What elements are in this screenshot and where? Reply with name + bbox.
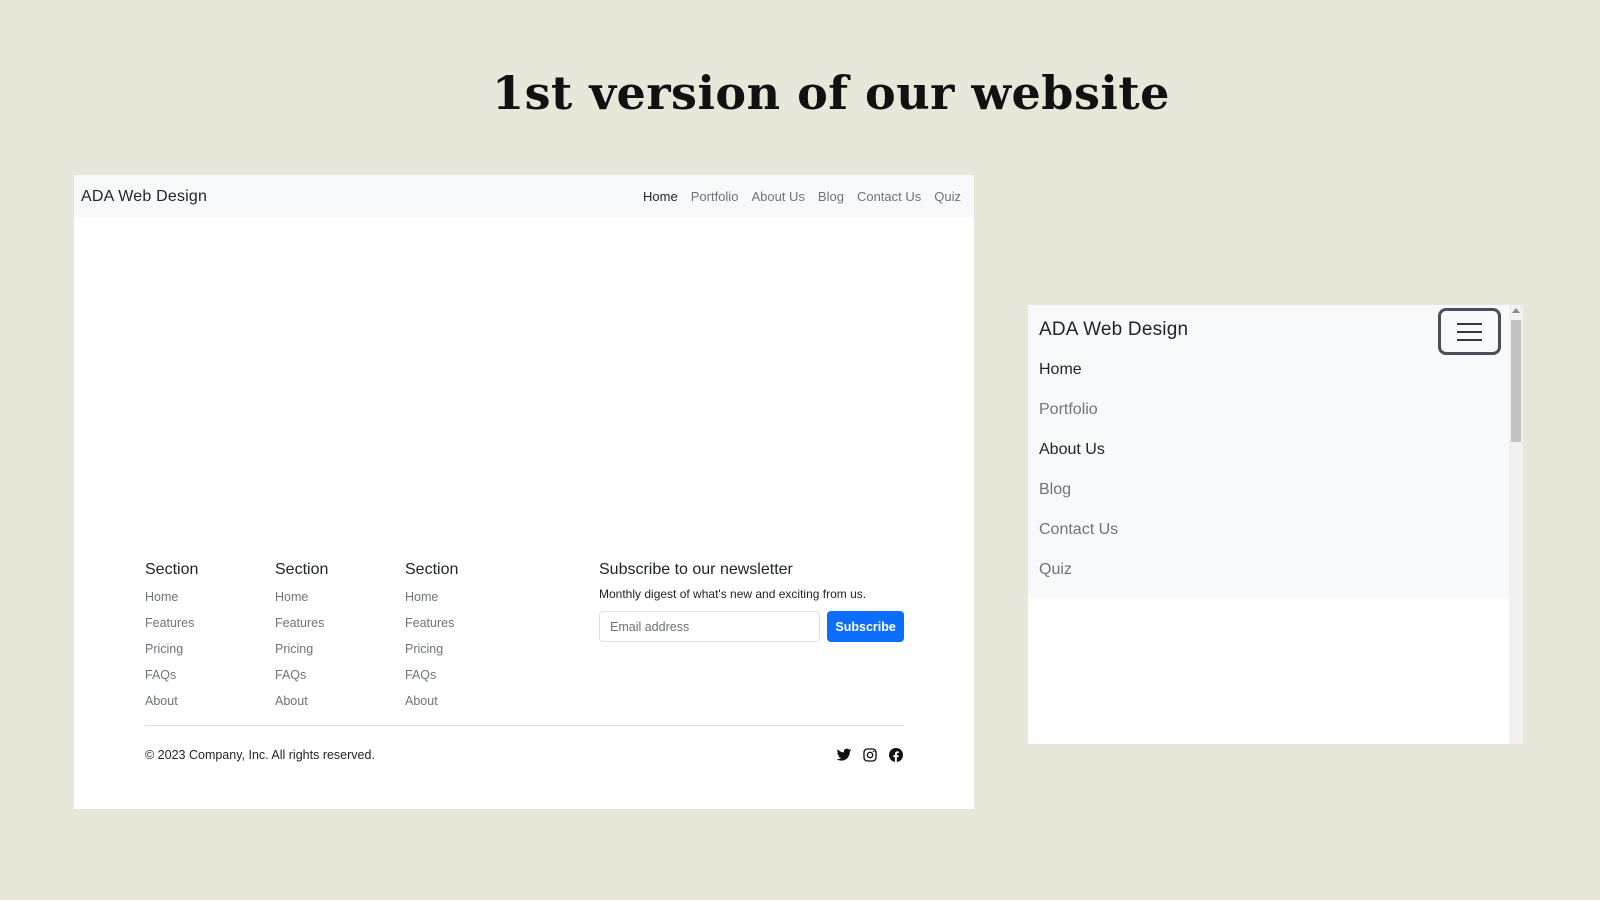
- footer-top: Section Home Features Pricing FAQs About…: [145, 561, 904, 725]
- footer-link-home[interactable]: Home: [405, 588, 535, 614]
- nav-link-portfolio[interactable]: Portfolio: [691, 189, 739, 204]
- footer-link-home[interactable]: Home: [275, 588, 405, 614]
- footer-link-pricing[interactable]: Pricing: [405, 640, 535, 666]
- mobile-nav-link-portfolio[interactable]: Portfolio: [1039, 400, 1118, 440]
- hamburger-menu-icon: [1457, 330, 1482, 333]
- newsletter-title: Subscribe to our newsletter: [599, 561, 793, 578]
- desktop-mockup: ADA Web Design Home Portfolio About Us B…: [74, 175, 974, 809]
- desktop-navbar: ADA Web Design Home Portfolio About Us B…: [74, 175, 974, 218]
- mobile-navbar-brand[interactable]: ADA Web Design: [1039, 319, 1188, 341]
- navbar-brand[interactable]: ADA Web Design: [81, 188, 207, 206]
- hamburger-menu-icon: [1457, 338, 1482, 341]
- mobile-nav-link-contact-us[interactable]: Contact Us: [1039, 520, 1118, 560]
- nav-link-blog[interactable]: Blog: [818, 189, 844, 204]
- footer-link-pricing[interactable]: Pricing: [275, 640, 405, 666]
- mobile-nav-link-quiz[interactable]: Quiz: [1039, 560, 1118, 600]
- nav-link-contact-us[interactable]: Contact Us: [857, 189, 921, 204]
- nav-link-home[interactable]: Home: [643, 189, 678, 204]
- mobile-nav-link-home[interactable]: Home: [1039, 360, 1118, 400]
- scroll-up-arrow-icon[interactable]: [1512, 308, 1520, 313]
- scrollbar-thumb[interactable]: [1511, 320, 1521, 442]
- subscribe-button[interactable]: Subscribe: [827, 611, 904, 642]
- footer-link-features[interactable]: Features: [275, 614, 405, 640]
- site-footer: Section Home Features Pricing FAQs About…: [145, 561, 904, 784]
- footer-link-faqs[interactable]: FAQs: [145, 666, 275, 692]
- mobile-nav-links: Home Portfolio About Us Blog Contact Us …: [1039, 360, 1118, 600]
- email-input[interactable]: [599, 611, 821, 642]
- footer-bottom: © 2023 Company, Inc. All rights reserved…: [145, 726, 904, 784]
- newsletter-form: Subscribe: [599, 611, 904, 642]
- newsletter-section: Subscribe to our newsletter Monthly dige…: [599, 561, 904, 725]
- footer-column-1: Section Home Features Pricing FAQs About: [145, 561, 275, 725]
- mobile-nav-link-about-us[interactable]: About Us: [1039, 440, 1118, 480]
- footer-link-faqs[interactable]: FAQs: [405, 666, 535, 692]
- footer-link-pricing[interactable]: Pricing: [145, 640, 275, 666]
- footer-column-3: Section Home Features Pricing FAQs About: [405, 561, 535, 725]
- footer-column-2: Section Home Features Pricing FAQs About: [275, 561, 405, 725]
- slide-title: 1st version of our website: [492, 66, 1170, 120]
- mobile-mockup: ADA Web Design Home Portfolio About Us B…: [1028, 305, 1523, 744]
- footer-link-faqs[interactable]: FAQs: [275, 666, 405, 692]
- footer-column-title: Section: [405, 561, 459, 578]
- instagram-icon[interactable]: [862, 747, 878, 763]
- social-links: [836, 747, 904, 763]
- mobile-nav-link-blog[interactable]: Blog: [1039, 480, 1118, 520]
- footer-link-about[interactable]: About: [275, 692, 405, 718]
- facebook-icon[interactable]: [888, 747, 904, 763]
- footer-link-features[interactable]: Features: [145, 614, 275, 640]
- footer-column-title: Section: [145, 561, 199, 578]
- footer-link-about[interactable]: About: [145, 692, 275, 718]
- newsletter-description: Monthly digest of what's new and excitin…: [599, 587, 867, 601]
- navbar-links: Home Portfolio About Us Blog Contact Us …: [643, 189, 961, 204]
- footer-link-home[interactable]: Home: [145, 588, 275, 614]
- navbar-toggler-button[interactable]: [1438, 308, 1501, 355]
- nav-link-quiz[interactable]: Quiz: [934, 189, 961, 204]
- footer-link-about[interactable]: About: [405, 692, 535, 718]
- twitter-icon[interactable]: [836, 747, 852, 763]
- footer-column-title: Section: [275, 561, 329, 578]
- footer-link-features[interactable]: Features: [405, 614, 535, 640]
- hamburger-menu-icon: [1457, 322, 1482, 325]
- copyright-text: © 2023 Company, Inc. All rights reserved…: [145, 748, 375, 762]
- mobile-navbar: ADA Web Design Home Portfolio About Us B…: [1028, 305, 1509, 598]
- nav-link-about-us[interactable]: About Us: [751, 189, 804, 204]
- vertical-scrollbar[interactable]: [1509, 305, 1523, 744]
